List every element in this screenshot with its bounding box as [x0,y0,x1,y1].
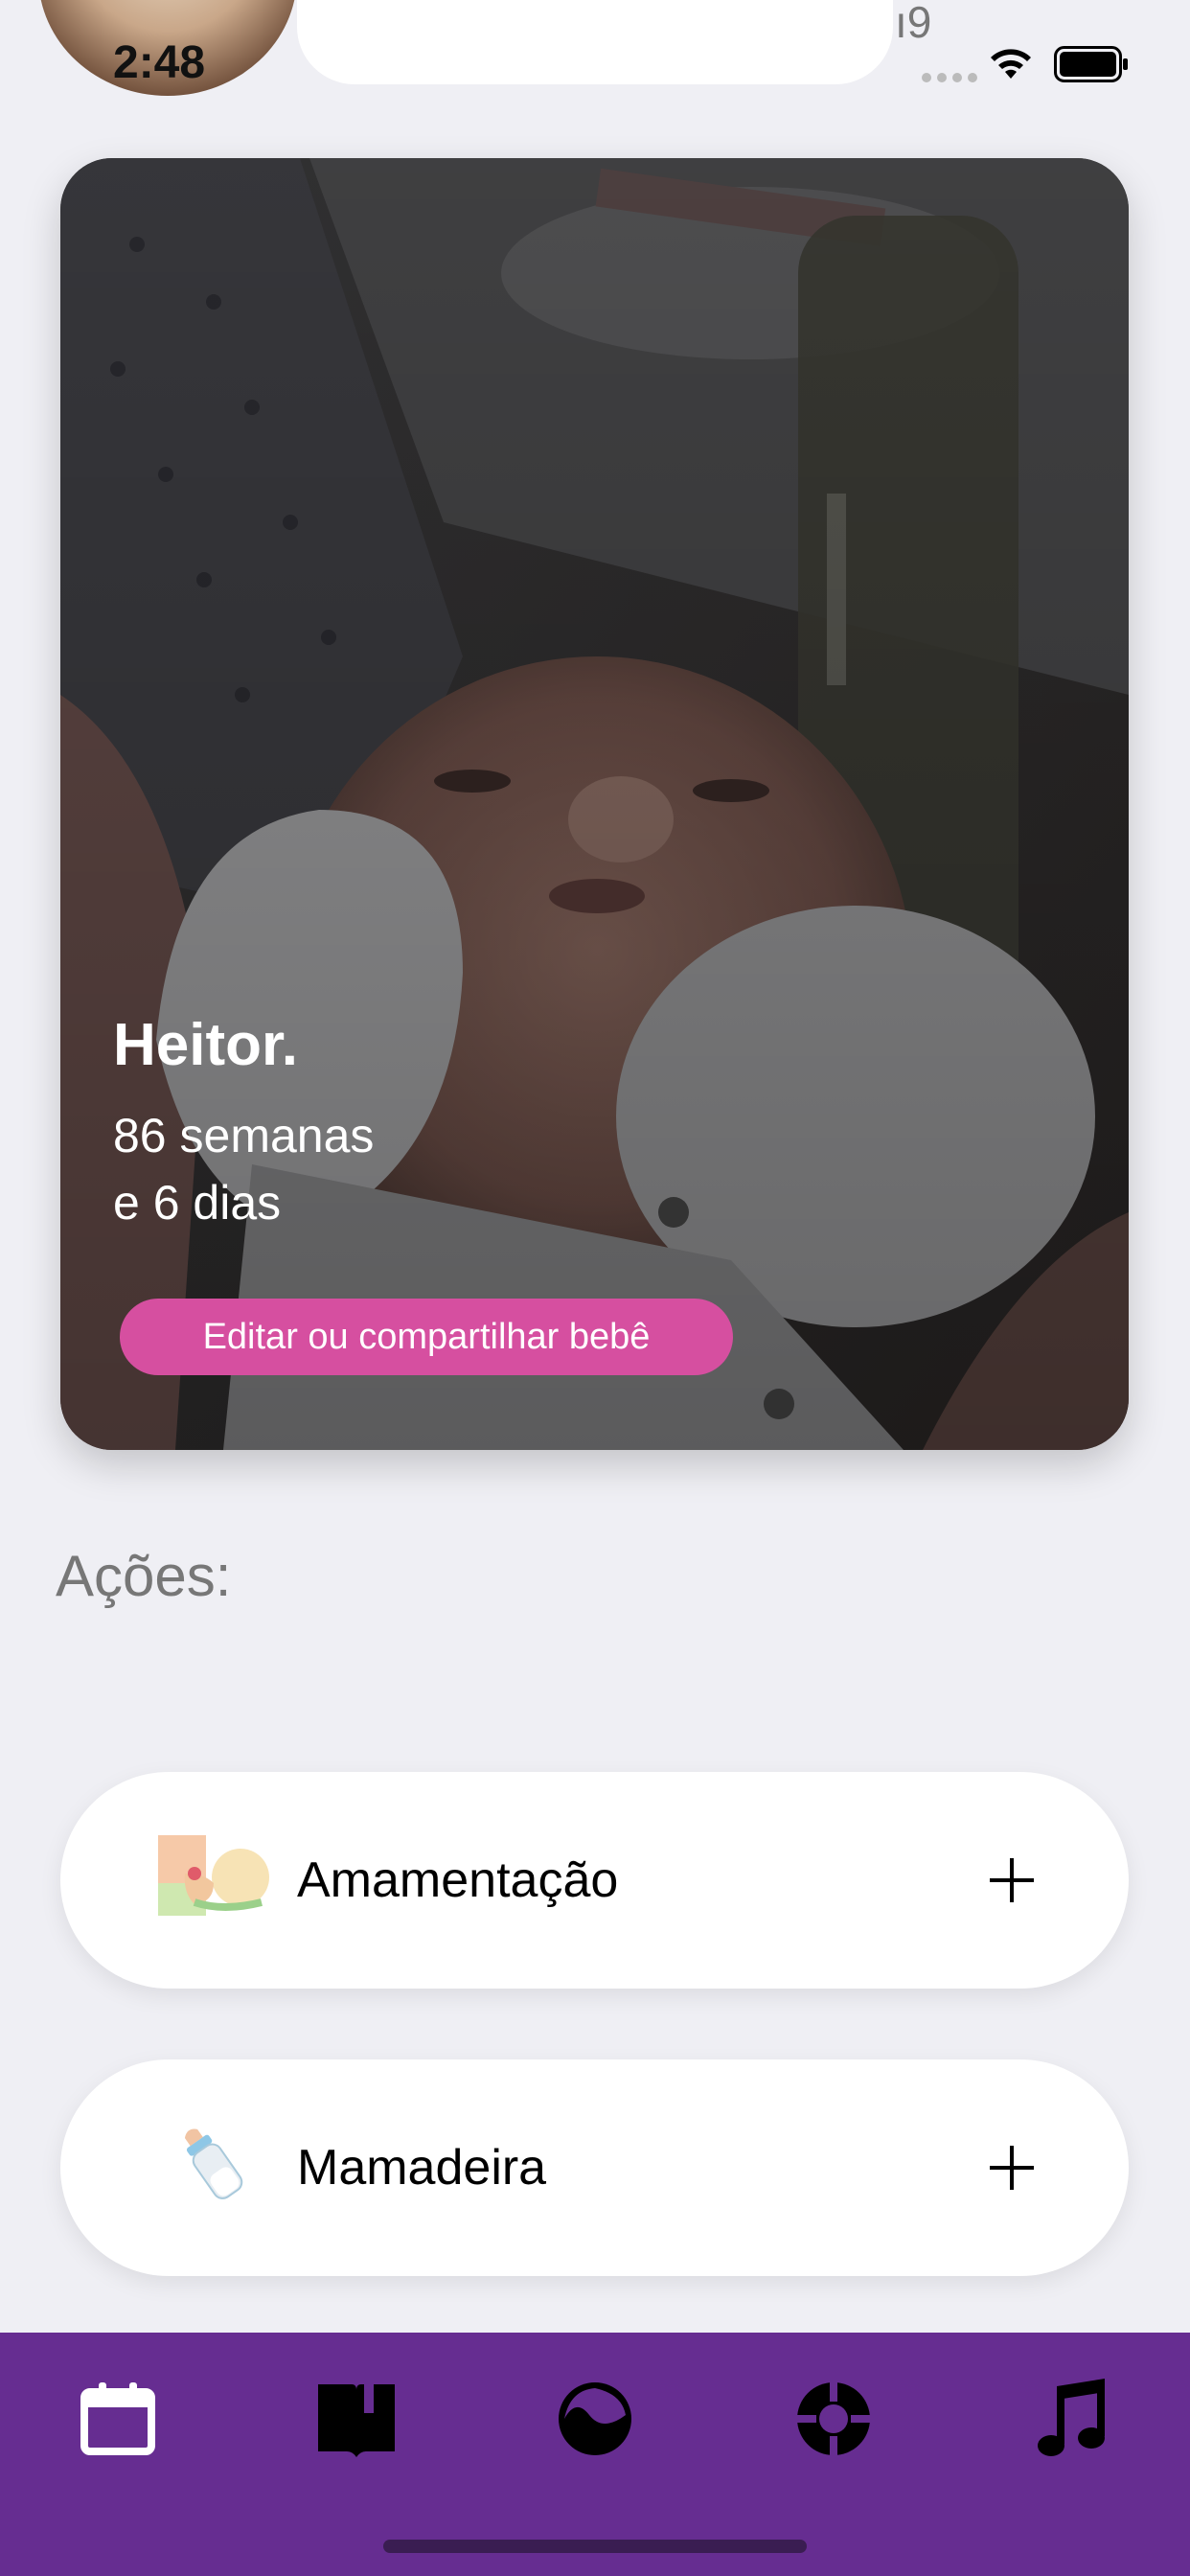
status-time: 2:48 [113,37,206,88]
carrier-text: ı9 [895,0,932,47]
book-icon[interactable] [309,2371,404,2467]
action-breastfeeding[interactable]: Amamentação [60,1772,1129,1989]
baby-age-weeks: 86 semanas [113,1109,375,1162]
status-bar: 2:48 ı9 [0,0,1190,105]
music-note-icon[interactable] [1024,2371,1120,2467]
lifebuoy-icon[interactable] [786,2371,881,2467]
calendar-icon[interactable] [70,2371,166,2467]
edit-share-baby-button[interactable]: Editar ou compartilhar bebê [120,1299,733,1375]
action-breastfeeding-label: Amamentação [297,1852,619,1908]
breastfeeding-icon [158,1835,269,1916]
baby-bottle-icon [184,2128,243,2199]
baby-age: 86 semanas e 6 dias [113,1102,374,1236]
wifi-icon [991,49,1031,79]
wave-circle-icon[interactable] [547,2371,643,2467]
home-indicator [383,2540,807,2553]
action-bottle[interactable]: Mamadeira [60,2059,1129,2276]
cellular-signal-icon [922,73,977,82]
device-notch [297,0,893,84]
add-bottle-plus-icon[interactable] [978,2134,1045,2201]
baby-photo [60,158,1129,1450]
actions-title: Ações: [56,1544,232,1608]
baby-age-days: e 6 dias [113,1176,282,1230]
add-breastfeeding-plus-icon[interactable] [978,1847,1045,1914]
baby-card[interactable]: Heitor. 86 semanas e 6 dias Editar ou co… [60,158,1129,1450]
battery-icon [1054,46,1128,82]
baby-name: Heitor. [113,1012,298,1078]
action-bottle-label: Mamadeira [297,2140,547,2196]
